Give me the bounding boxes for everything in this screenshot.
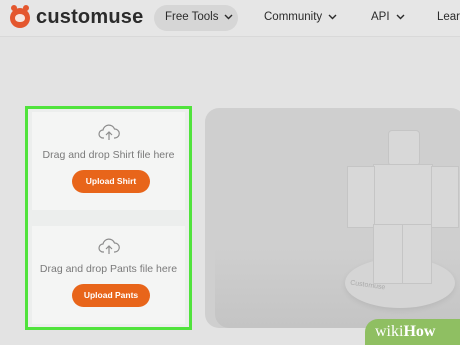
nav-api-label: API [371, 11, 390, 23]
nav-community[interactable]: Community [264, 11, 337, 23]
wikihow-how: How [403, 323, 436, 340]
nav-community-label: Community [264, 11, 323, 23]
avatar-3d-preview[interactable]: Customuse [205, 108, 460, 328]
avatar-left-leg [373, 224, 403, 284]
upload-panel: Drag and drop Shirt file here Upload Shi… [25, 106, 192, 330]
shirt-drop-prompt: Drag and drop Shirt file here [42, 149, 175, 161]
wikihow-logo-text: wikiHow [375, 323, 435, 341]
wikihow-wiki: wiki [375, 323, 404, 340]
chevron-down-icon [328, 14, 337, 20]
nav-learn[interactable]: Lear [437, 11, 460, 23]
upload-shirt-button[interactable]: Upload Shirt [72, 170, 150, 193]
nav-free-tools[interactable]: Free Tools [165, 11, 233, 23]
nav-api[interactable]: API [371, 11, 405, 23]
avatar-right-leg [402, 224, 432, 284]
avatar-torso [373, 164, 433, 226]
avatar-left-arm [347, 166, 375, 228]
upload-cloud-icon [97, 124, 120, 140]
avatar-right-arm [431, 166, 459, 228]
upload-pants-button[interactable]: Upload Pants [72, 284, 150, 307]
avatar-head [388, 130, 420, 166]
shirt-dropzone[interactable]: Drag and drop Shirt file here Upload Shi… [32, 112, 185, 210]
wikihow-badge: wikiHow [365, 319, 460, 345]
header-divider [0, 36, 460, 37]
upload-cloud-icon [97, 238, 120, 254]
pants-dropzone[interactable]: Drag and drop Pants file here Upload Pan… [32, 226, 185, 324]
logo-text[interactable]: customuse [36, 6, 143, 29]
nav-free-tools-label: Free Tools [165, 11, 219, 23]
customuse-logo-icon[interactable] [10, 5, 30, 28]
chevron-down-icon [224, 14, 233, 20]
nav-learn-label: Lear [437, 11, 460, 23]
chevron-down-icon [396, 14, 405, 20]
top-navigation-bar: customuse Free Tools Community API Lear [0, 0, 460, 36]
pants-drop-prompt: Drag and drop Pants file here [39, 263, 178, 275]
